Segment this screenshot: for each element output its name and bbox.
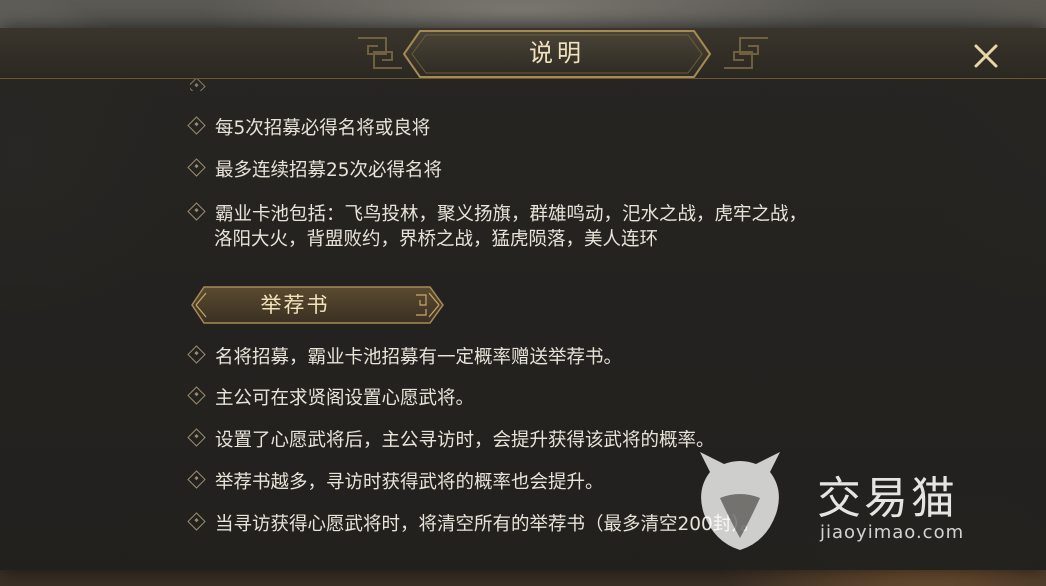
list-item: 设置了心愿武将后，主公寻访时，会提升获得该武将的概率。 bbox=[187, 426, 715, 452]
diamond-bullet-icon bbox=[187, 158, 206, 177]
diamond-bullet-icon bbox=[187, 345, 206, 364]
close-icon[interactable] bbox=[970, 40, 1002, 72]
clipped-previous-line bbox=[190, 79, 215, 91]
diamond-bullet-icon bbox=[187, 470, 206, 489]
diamond-bullet-icon bbox=[187, 428, 206, 447]
fret-ornament-left-icon bbox=[358, 37, 402, 69]
list-item: 每5次招募必得名将或良将 bbox=[187, 114, 430, 140]
section-title: 举荐书 bbox=[260, 293, 330, 317]
list-item-continuation: 洛阳大火，背盟败约，界桥之战，猛虎陨落，美人连环 bbox=[214, 229, 659, 250]
fret-ornament-right-icon bbox=[724, 37, 768, 69]
watermark-brand: 交易猫 bbox=[817, 473, 958, 524]
watermark-url: jiaoyimao.com bbox=[820, 522, 965, 543]
list-item: 最多连续招募25次必得名将 bbox=[187, 156, 442, 182]
list-item: 主公可在求贤阁设置心愿武将。 bbox=[187, 384, 474, 410]
diamond-bullet-icon bbox=[187, 202, 206, 221]
diamond-bullet-icon bbox=[187, 386, 206, 405]
list-item: 名将招募，霸业卡池招募有一定概率赠送举荐书。 bbox=[187, 343, 622, 369]
list-item: 霸业卡池包括：飞鸟投林，聚义扬旗，群雄鸣动，汜水之战，虎牢之战， bbox=[187, 200, 807, 226]
list-item: 举荐书越多，寻访时获得武将的概率也会提升。 bbox=[187, 468, 604, 494]
diamond-bullet-icon bbox=[190, 79, 206, 91]
diamond-bullet-icon bbox=[187, 116, 206, 135]
list-item: 当寻访获得心愿武将时，将清空所有的举荐书（最多清空200封）。 bbox=[187, 510, 759, 536]
diamond-bullet-icon bbox=[187, 512, 206, 531]
dialog-title: 说明 bbox=[529, 39, 585, 67]
